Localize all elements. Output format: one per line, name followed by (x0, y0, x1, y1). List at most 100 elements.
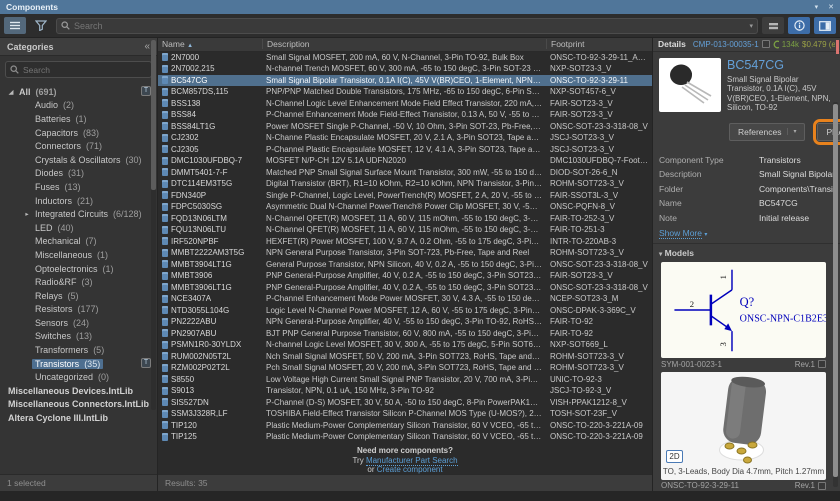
table-row-ssm3j328r,lf[interactable]: SSM3J328R,LFTOSHIBA Field-Effect Transis… (158, 408, 652, 420)
search-input[interactable] (74, 21, 745, 31)
info-icon (794, 20, 805, 31)
table-row-bss84lt1g[interactable]: BSS84LT1GPower MOSFET Single P-Channel, … (158, 121, 652, 133)
references-button[interactable]: References ▾ (729, 123, 805, 141)
sidebar-scrollbar[interactable] (151, 40, 156, 410)
table-row-cj2305[interactable]: CJ2305P-Channel Plastic Encapsulate MOSF… (158, 144, 652, 156)
table-row-pn2907abu[interactable]: PN2907ABUBJT PNP General Purpose Transis… (158, 328, 652, 340)
sidebar-item-optoelectronics[interactable]: Optoelectronics (1) (0, 262, 157, 276)
models-section-header[interactable]: ▾ Models (653, 243, 840, 260)
component-id-link[interactable]: CMP-013-00035-1 (693, 40, 759, 49)
close-icon[interactable]: ✕ (828, 3, 834, 11)
component-icon (162, 99, 168, 107)
search-dropdown-icon[interactable]: ▾ (749, 22, 753, 30)
scrollbar-thumb[interactable] (833, 104, 838, 477)
table-row-bss84[interactable]: BSS84P-Channel Enhancement Mode Field-Ef… (158, 109, 652, 121)
table-row-fdn340p[interactable]: FDN340PSingle P-Channel, Logic Level, Po… (158, 190, 652, 202)
symbol-checkbox[interactable] (818, 360, 826, 368)
category-search[interactable] (5, 61, 152, 78)
footprint-3d-card[interactable]: 2D TO, 3-Leads, Body Dia 4.7mm, Pitch 1.… (661, 372, 826, 480)
sidebar-item-uncategorized[interactable]: Uncategorized (0) (0, 370, 157, 384)
table-row-rum002n05t2l[interactable]: RUM002N05T2LNch Small Signal MOSFET, 50 … (158, 351, 652, 363)
column-header-name[interactable]: Name ▲ (158, 39, 262, 49)
references-dropdown-icon[interactable]: ▾ (787, 128, 796, 135)
table-row-psmn1r0-30yldx[interactable]: PSMN1R0-30YLDXN-channel Logic Level MOSF… (158, 339, 652, 351)
table-row-s8550[interactable]: S8550Low Voltage High Current Small Sign… (158, 374, 652, 386)
sidebar-item-miscellaneous[interactable]: Miscellaneous (1) (0, 248, 157, 262)
transistor-filter-badge[interactable]: T (141, 358, 151, 368)
column-header-footprint[interactable]: Footprint (546, 39, 652, 49)
category-search-input[interactable] (23, 65, 147, 75)
sidebar-item-radio-rf[interactable]: Radio&RF (3) (0, 275, 157, 289)
sidebar-item-transformers[interactable]: Transformers (5) (0, 343, 157, 357)
table-row-tip125[interactable]: TIP125Plastic Medium-Power Complementary… (158, 431, 652, 443)
transistor-filter-badge[interactable]: T (141, 86, 151, 96)
symbol-card-footer: SYM-001-0023-1 Rev.1 (661, 359, 826, 369)
sidebar-item-transistors[interactable]: Transistors (35)T (0, 357, 157, 371)
sidebar-item-connectors[interactable]: Connectors (71) (0, 139, 157, 153)
details-panel-toggle-button[interactable] (814, 17, 836, 34)
grid-options-button[interactable] (762, 17, 784, 34)
column-header-description[interactable]: Description (262, 39, 546, 49)
library-item-miscellaneous-connectors-intlib[interactable]: Miscellaneous Connectors.IntLib (0, 398, 157, 412)
table-row-bcm857ds,115[interactable]: BCM857DS,115PNP/PNP Matched Double Trans… (158, 86, 652, 98)
view-2d-button[interactable]: 2D (666, 450, 683, 463)
library-item-altera-cyclone-iii-intlib[interactable]: Altera Cyclone III.IntLib (0, 411, 157, 425)
table-row-irf520npbf[interactable]: IRF520NPBFHEXFET(R) Power MOSFET, 100 V,… (158, 236, 652, 248)
table-row-bss138[interactable]: BSS138N-Channel Logic Level Enhancement … (158, 98, 652, 110)
sidebar-item-audio[interactable]: Audio (2) (0, 99, 157, 113)
table-row-mmbt3906lt1g[interactable]: MMBT3906LT1GPNP General-Purpose Amplifie… (158, 282, 652, 294)
sidebar-item-all[interactable]: ◢All (691)T (0, 85, 157, 99)
table-row-dtc114em3t5g[interactable]: DTC114EM3T5GDigital Transistor (BRT), R1… (158, 178, 652, 190)
schematic-symbol-card[interactable]: 1 2 3 Q? ONSC-NPN-C1B2E3-3 (661, 262, 826, 358)
list-view-button[interactable] (4, 17, 26, 34)
table-row-pn2222abu[interactable]: PN2222ABUNPN General-Purpose Amplifier, … (158, 316, 652, 328)
sidebar-item-led[interactable]: LED (40) (0, 221, 157, 235)
table-row-fdpc5030sg[interactable]: FDPC5030SGAsymmetric Dual N-Channel Powe… (158, 201, 652, 213)
sidebar-item-switches[interactable]: Switches (13) (0, 330, 157, 344)
sidebar-item-crystals-oscillators[interactable]: Crystals & Oscillators (30) (0, 153, 157, 167)
table-row-2n7002,215[interactable]: 2N7002,215N-channel Trench MOSFET, 60 V,… (158, 63, 652, 75)
table-row-mmbt2222am3t5g[interactable]: MMBT2222AM3T5GNPN General Purpose Transi… (158, 247, 652, 259)
component-icon (162, 433, 168, 441)
table-row-nce3407a[interactable]: NCE3407AP-Channel Enhancement Mode Power… (158, 293, 652, 305)
table-row-rzm002p02t2l[interactable]: RZM002P02T2LPch Small Signal MOSFET, 20 … (158, 362, 652, 374)
sidebar-item-diodes[interactable]: Diodes (31) (0, 167, 157, 181)
footprint-checkbox[interactable] (818, 482, 826, 490)
sidebar-item-relays[interactable]: Relays (5) (0, 289, 157, 303)
library-item-miscellaneous-devices-intlib[interactable]: Miscellaneous Devices.IntLib (0, 384, 157, 398)
sidebar-item-fuses[interactable]: Fuses (13) (0, 180, 157, 194)
table-row-tip120[interactable]: TIP120Plastic Medium-Power Complementary… (158, 420, 652, 432)
table-row-dmmt5401-7-f[interactable]: DMMT5401-7-FMatched PNP Small Signal Sur… (158, 167, 652, 179)
table-row-bc547cg[interactable]: BC547CGSmall Signal Bipolar Transistor, … (158, 75, 652, 87)
sidebar-item-sensors[interactable]: Sensors (24) (0, 316, 157, 330)
table-row-ntd3055l104g[interactable]: NTD3055L104GLogic Level N-Channel Power … (158, 305, 652, 317)
table-row-mmbt3906[interactable]: MMBT3906PNP General-Purpose Amplifier, 4… (158, 270, 652, 282)
filter-button[interactable] (30, 17, 52, 34)
chevron-right-icon[interactable]: ▸ (22, 210, 32, 218)
table-header: Name ▲ Description Footprint (158, 38, 652, 52)
header-checkbox[interactable] (762, 40, 770, 48)
table-row-s9013[interactable]: S9013Transistor, NPN, 0.1 uA, 150 MHz, 3… (158, 385, 652, 397)
collapse-panel-icon[interactable]: « (144, 41, 150, 52)
main-search[interactable]: ▾ (56, 18, 758, 34)
manufacturer-part-search-link[interactable]: Manufacturer Part Search (366, 456, 458, 466)
show-more-link[interactable]: Show More (659, 228, 702, 239)
tree-expanded-icon[interactable]: ◢ (6, 88, 16, 96)
sidebar-item-integrated-circuits[interactable]: ▸Integrated Circuits (6/128) (0, 207, 157, 221)
sidebar-item-capacitors[interactable]: Capacitors (83) (0, 126, 157, 140)
panel-menu-icon[interactable]: ▾ (815, 3, 819, 11)
table-row-mmbt3904lt1g[interactable]: MMBT3904LT1GGeneral Purpose Transistor, … (158, 259, 652, 271)
table-row-fqu13n06ltu[interactable]: FQU13N06LTUN-Channel QFET(R) MOSFET, 11 … (158, 224, 652, 236)
details-scrollbar[interactable] (833, 102, 838, 487)
info-toggle-button[interactable] (788, 17, 810, 34)
sidebar-item-mechanical[interactable]: Mechanical (7) (0, 235, 157, 249)
table-row-cj2302[interactable]: CJ2302N-Channe Plastic Encapsulate MOSFE… (158, 132, 652, 144)
sidebar-item-resistors[interactable]: Resistors (177) (0, 303, 157, 317)
scrollbar-thumb[interactable] (151, 40, 156, 190)
sidebar-item-inductors[interactable]: Inductors (21) (0, 194, 157, 208)
sidebar-item-batteries[interactable]: Batteries (1) (0, 112, 157, 126)
table-row-fqd13n06ltm[interactable]: FQD13N06LTMN-Channel QFET(R) MOSFET, 11 … (158, 213, 652, 225)
table-row-sis527dn[interactable]: SIS527DNP-Channel (D-S) MOSFET, 30 V, 50… (158, 397, 652, 409)
table-row-dmc1030ufdbq-7[interactable]: DMC1030UFDBQ-7MOSFET N/P-CH 12V 5.1A UDF… (158, 155, 652, 167)
table-row-2n7000[interactable]: 2N7000Small Signal MOSFET, 200 mA, 60 V,… (158, 52, 652, 64)
